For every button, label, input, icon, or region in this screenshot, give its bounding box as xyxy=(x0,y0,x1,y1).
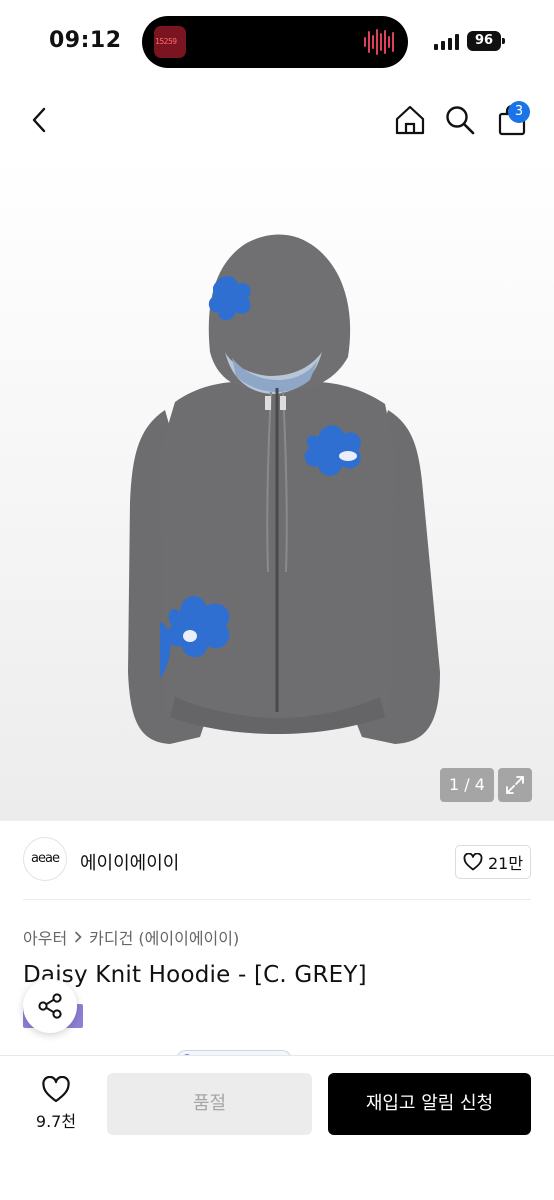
brand-like-count: 21만 xyxy=(487,854,524,873)
now-playing-thumb-text: 15259 xyxy=(155,37,177,46)
heart-icon xyxy=(42,1076,70,1103)
breadcrumb-category[interactable]: 아우터 xyxy=(23,925,67,949)
cart-count-badge: 3 xyxy=(508,101,530,123)
image-pager: 1 / 4 xyxy=(440,768,494,802)
heart-icon xyxy=(463,853,483,871)
soldout-button[interactable]: 품절 xyxy=(107,1073,312,1135)
brand-logo[interactable]: aeae xyxy=(23,837,67,881)
wishlist-count: 9.7천 xyxy=(35,1112,77,1131)
chevron-right-icon xyxy=(75,931,82,943)
now-playing-thumbnail: 15259 xyxy=(154,26,186,58)
audio-waveform-icon xyxy=(364,28,394,56)
status-bar: 09:12 15259 96 xyxy=(0,0,554,84)
brand-like-button[interactable]: 21만 xyxy=(455,845,531,879)
status-time: 09:12 xyxy=(49,28,122,53)
chevron-left-icon xyxy=(32,107,46,133)
home-button[interactable] xyxy=(390,100,430,140)
cellular-signal-icon xyxy=(434,34,460,50)
search-button[interactable] xyxy=(440,100,480,140)
breadcrumb: 아우터 카디건 (에이이에이이) xyxy=(23,925,239,949)
expand-image-button[interactable] xyxy=(498,768,532,802)
battery-icon xyxy=(502,38,505,44)
battery-level: 96 xyxy=(467,31,501,51)
brand-name[interactable]: 에이이에이이 xyxy=(80,849,179,875)
product-image-gallery[interactable] xyxy=(0,152,554,820)
expand-icon xyxy=(506,776,524,794)
home-icon xyxy=(395,105,425,135)
share-icon xyxy=(38,993,62,1019)
dynamic-island[interactable]: 15259 xyxy=(142,16,408,68)
product-image xyxy=(128,234,440,744)
product-title: Daisy Knit Hoodie - [C. GREY] xyxy=(23,962,367,988)
breadcrumb-subcategory[interactable]: 카디건 (에이이에이이) xyxy=(89,925,239,949)
restock-alert-button[interactable]: 재입고 알림 신청 xyxy=(328,1073,531,1135)
brand-row: aeae 에이이에이이 21만 xyxy=(0,820,554,900)
share-button[interactable] xyxy=(23,979,77,1033)
wishlist-button[interactable]: 9.7천 xyxy=(30,1074,82,1134)
section-divider xyxy=(23,899,531,900)
search-icon xyxy=(446,106,475,135)
back-button[interactable] xyxy=(20,100,60,140)
top-navigation xyxy=(0,90,554,150)
